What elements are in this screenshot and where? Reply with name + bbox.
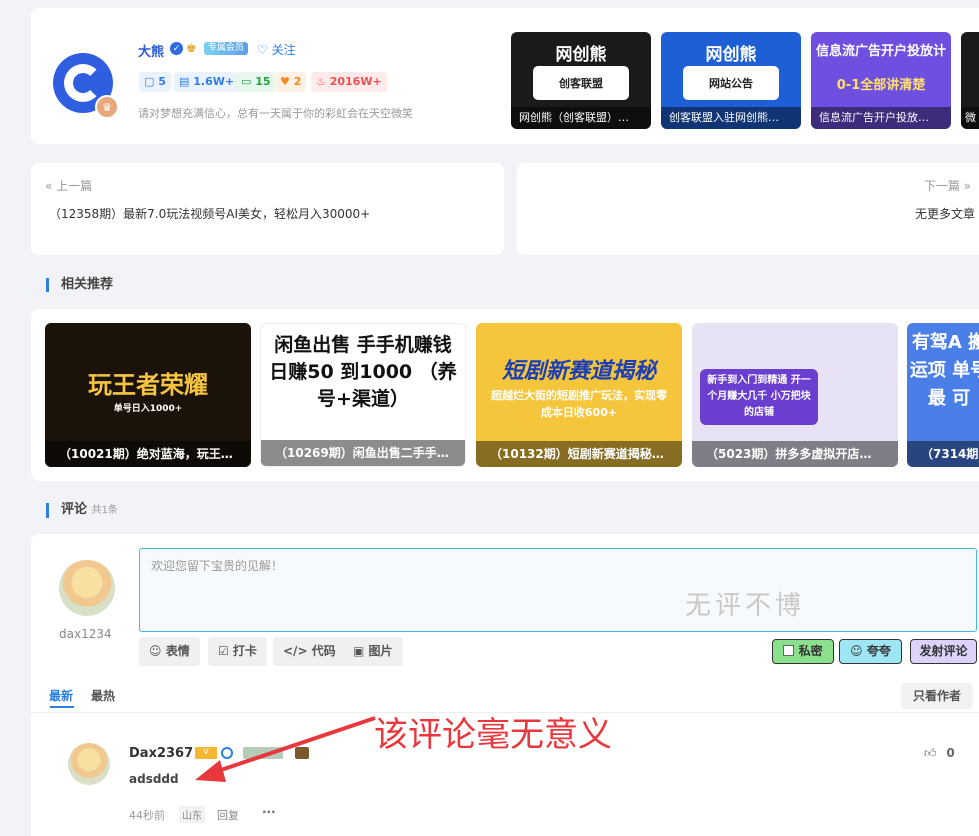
medal-icon: ♚ [186, 41, 197, 55]
checkin-button[interactable]: ☑ 打卡 [208, 637, 267, 666]
praise-label: 夸夸 [866, 644, 891, 658]
emoji-button[interactable]: ☺ 表情 [139, 637, 200, 666]
stat-views: ▤ 1.6W+ [174, 72, 240, 92]
image-button[interactable]: ▣ 图片 [343, 637, 403, 666]
comments-count: 共1条 [91, 505, 118, 516]
post-caption: 网创熊（创客联盟）… [511, 107, 651, 129]
annotation-text: 该评论毫无意义 [374, 715, 612, 755]
related-caption: （10269期）闲鱼出售二手手… [261, 440, 465, 466]
comments-card: dax1234 欢迎您留下宝贵的见解！ 无评不博 ☺ 表情 ☑ 打卡 </> 代… [31, 534, 979, 836]
reply-button[interactable]: 回复 [217, 807, 239, 823]
related-caption: （7314期 [907, 441, 979, 467]
author-name[interactable]: 大熊 [138, 41, 164, 60]
heart-icon: ♥ [280, 75, 290, 88]
comment-placeholder: 欢迎您留下宝贵的见解！ [151, 559, 284, 573]
thumb-up-icon: 👍︎ [924, 746, 937, 760]
related-heading: 相关推荐 [46, 278, 113, 292]
related-item[interactable]: 有驾A 搬运项 单号最 可 （7314期 [907, 323, 979, 467]
next-post-card[interactable]: 下一篇 » 无更多文章 [517, 163, 979, 255]
comment-content: adsddd [129, 772, 179, 786]
post-inner-label: 网站公告 [683, 66, 779, 100]
related-sub-art: 超越烂大街的短剧推广玩法，实现零成本日收600+ [491, 389, 667, 419]
active-tab-indicator [50, 706, 74, 708]
next-label: 下一篇 » [923, 179, 971, 193]
current-user-name: dax1234 [59, 627, 112, 641]
post-thumbnail[interactable]: 信息流广告开户投放计 0-1全部讲清楚 信息流广告开户投放… [811, 32, 951, 129]
post-inner-label: 0-1全部讲清楚 [836, 77, 926, 93]
like-count: 0 [946, 746, 955, 760]
post-caption: 微 [961, 107, 979, 129]
stat-likes: ♥ 2 [275, 72, 307, 92]
fire-icon: ♨ [316, 75, 326, 88]
related-title-art: 闲鱼出售 手手机赚钱日赚50 到1000 （养号+渠道） [269, 334, 457, 410]
post-inner-label: 创客联盟 [533, 66, 629, 100]
author-card: ♛ 大熊 ✓ ♚ 专属会员 ♡ 关注 ▢ 5 ▤ 1.6W+ ▭ 15 ♥ 2 … [31, 8, 979, 144]
commenter-avatar[interactable] [68, 743, 110, 785]
praise-button[interactable]: ☺ 夸夸 [839, 639, 902, 664]
private-label: 私密 [798, 644, 823, 658]
follow-button[interactable]: ♡ 关注 [257, 41, 296, 58]
post-caption: 信息流广告开户投放… [811, 107, 951, 129]
stat-comments: ▢ 5 [139, 72, 171, 92]
related-item[interactable]: 短剧新赛道揭秘 超越烂大街的短剧推广玩法，实现零成本日收600+ （10132期… [476, 323, 682, 467]
annotation-arrow [195, 716, 376, 782]
tab-latest[interactable]: 最新 [49, 687, 73, 704]
smile-icon: ☺ [850, 644, 863, 658]
crown-icon: ♛ [95, 95, 119, 119]
related-title-art: 玩王者荣耀 [88, 371, 208, 399]
comment-input[interactable]: 欢迎您留下宝贵的见解！ 无评不博 [139, 548, 977, 632]
rank-badge: 专属会员 [204, 42, 248, 55]
post-logo: 信息流广告开户投放计 [815, 44, 946, 59]
like-button[interactable]: 👍︎ 0 [924, 746, 955, 761]
post-thumbnail[interactable]: 微 [961, 32, 979, 129]
related-title-art: 新手到入门到精通 开一个月赚大几千 小万把块的店铺 [700, 369, 818, 425]
comments-heading-text: 评论 [61, 502, 88, 517]
code-button[interactable]: </> 代码 [273, 637, 346, 666]
comment-watermark: 无评不博 [685, 591, 806, 621]
tab-hottest[interactable]: 最热 [91, 687, 115, 704]
verified-icon: ✓ [170, 42, 183, 55]
related-caption: （5023期）拼多多虚拟开店… [692, 441, 898, 467]
author-motto: 请对梦想充满信心，总有一天属于你的彩虹会在天空微笑 [138, 107, 413, 120]
related-card: 玩王者荣耀 单号日入1000+ （10021期）绝对蓝海，玩王… 闲鱼出售 手手… [31, 309, 979, 481]
prev-title[interactable]: （12358期）最新7.0玩法视频号AI美女，轻松月入30000+ [49, 205, 370, 222]
chat-icon: ▭ [241, 75, 252, 88]
post-caption: 创客联盟入驻网创熊… [661, 107, 801, 129]
post-thumbnail[interactable]: 网创熊 创客联盟 网创熊（创客联盟）… [511, 32, 651, 129]
prev-label: « 上一篇 [45, 179, 93, 193]
next-title: 无更多文章 [914, 207, 975, 221]
stat-chats: ▭ 15 [236, 72, 276, 92]
comment-time: 44秒前 [129, 809, 165, 822]
current-user-avatar[interactable] [59, 560, 115, 616]
related-caption: （10132期）短剧新赛道揭秘… [476, 441, 682, 467]
doc-icon: ▤ [179, 75, 190, 88]
post-thumbnail[interactable]: 网创熊 网站公告 创客联盟入驻网创熊… [661, 32, 801, 129]
author-avatar[interactable]: ♛ [53, 53, 119, 119]
comments-heading: 评论 共1条 [46, 503, 118, 518]
related-caption: （10021期）绝对蓝海，玩王… [45, 441, 251, 467]
submit-comment-button[interactable]: 发射评论 [910, 639, 977, 664]
post-logo: 网创熊 [705, 45, 757, 65]
checkbox-icon [783, 645, 795, 656]
related-item[interactable]: 新手到入门到精通 开一个月赚大几千 小万把块的店铺 （5023期）拼多多虚拟开店… [692, 323, 898, 467]
related-title-art: 有驾A 搬运项 单号最 可 [909, 332, 979, 409]
related-item[interactable]: 玩王者荣耀 单号日入1000+ （10021期）绝对蓝海，玩王… [45, 323, 251, 467]
more-button[interactable]: ··· [262, 805, 276, 819]
private-toggle[interactable]: 私密 [772, 639, 834, 664]
post-logo: 网创熊 [555, 45, 607, 65]
comment-location: 山东 [179, 806, 205, 823]
stat-heat: ♨ 2016W+ [311, 72, 387, 92]
prev-post-card[interactable]: « 上一篇 （12358期）最新7.0玩法视频号AI美女，轻松月入30000+ [31, 163, 504, 255]
related-sub-art: 单号日入1000+ [113, 404, 183, 414]
comment-icon: ▢ [144, 75, 155, 88]
only-author-button[interactable]: 只看作者 [901, 683, 973, 709]
related-title-art: 短剧新赛道揭秘 [501, 359, 656, 384]
related-item[interactable]: 闲鱼出售 手手机赚钱日赚50 到1000 （养号+渠道） （10269期）闲鱼出… [260, 323, 466, 467]
